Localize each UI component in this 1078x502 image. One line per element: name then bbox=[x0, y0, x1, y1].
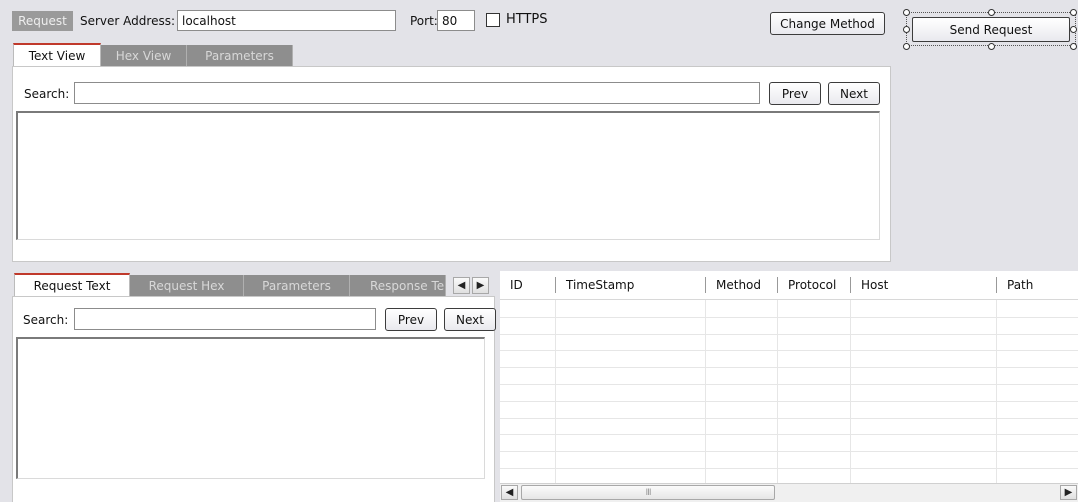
server-address-input[interactable] bbox=[177, 10, 396, 31]
table-row bbox=[500, 434, 1078, 436]
column-header-id[interactable]: ID bbox=[500, 271, 555, 299]
table-row bbox=[500, 333, 1078, 335]
sessions-grid[interactable]: ID TimeStamp Method Protocol Host Path ◀… bbox=[500, 271, 1078, 502]
scrollbar-thumb[interactable]: III bbox=[521, 485, 775, 500]
horizontal-scrollbar[interactable]: ◀ III ▶ bbox=[500, 483, 1078, 502]
table-row bbox=[500, 350, 1078, 352]
selection-handle bbox=[988, 9, 995, 16]
scroll-right-icon[interactable]: ▶ bbox=[1060, 485, 1077, 500]
server-address-label: Server Address: bbox=[80, 14, 175, 28]
search-input-bottom[interactable] bbox=[74, 308, 376, 330]
request-badge-label: Request bbox=[18, 14, 67, 28]
table-row bbox=[500, 451, 1078, 453]
tab-scroll-right-icon[interactable]: ▶ bbox=[472, 277, 489, 294]
change-method-button[interactable]: Change Method bbox=[770, 12, 885, 35]
table-row bbox=[500, 316, 1078, 318]
table-row bbox=[500, 384, 1078, 385]
tab-request-text[interactable]: Request Text bbox=[14, 273, 130, 296]
next-button[interactable]: Next bbox=[828, 82, 880, 105]
grid-header: ID TimeStamp Method Protocol Host Path bbox=[500, 271, 1078, 300]
request-text-panel: Search: Prev Next bbox=[12, 66, 891, 262]
grid-column-line bbox=[555, 300, 556, 483]
session-text-panel: Search: Prev Next bbox=[12, 296, 496, 502]
tab-scroll-left-icon[interactable]: ◀ bbox=[453, 277, 470, 294]
request-badge: Request bbox=[12, 11, 73, 31]
tab-request-hex[interactable]: Request Hex bbox=[130, 275, 244, 296]
table-row bbox=[500, 367, 1078, 369]
grid-column-line bbox=[850, 300, 851, 483]
prev-button[interactable]: Prev bbox=[769, 82, 821, 105]
selection-handle bbox=[1070, 43, 1077, 50]
prev-button-bottom[interactable]: Prev bbox=[385, 308, 437, 331]
selection-handle bbox=[988, 43, 995, 50]
scrollbar-grip-icon: III bbox=[645, 487, 652, 498]
next-button-bottom[interactable]: Next bbox=[444, 308, 496, 331]
table-row bbox=[500, 468, 1078, 469]
send-request-button[interactable]: Send Request bbox=[912, 17, 1070, 42]
column-header-timestamp[interactable]: TimeStamp bbox=[556, 271, 705, 299]
tab-parameters-bottom[interactable]: Parameters bbox=[244, 275, 350, 296]
grid-column-line bbox=[705, 300, 706, 483]
search-label: Search: bbox=[24, 87, 70, 101]
column-header-host[interactable]: Host bbox=[851, 271, 996, 299]
search-label: Search: bbox=[23, 313, 69, 327]
grid-column-line bbox=[996, 300, 997, 483]
session-text-area[interactable] bbox=[16, 337, 485, 479]
selection-handle bbox=[903, 9, 910, 16]
column-header-path[interactable]: Path bbox=[997, 271, 1078, 299]
selection-handle bbox=[903, 43, 910, 50]
tab-text-view[interactable]: Text View bbox=[13, 43, 101, 66]
request-text-area[interactable] bbox=[16, 111, 880, 240]
selection-handle bbox=[903, 26, 910, 33]
table-row bbox=[500, 417, 1078, 419]
column-header-protocol[interactable]: Protocol bbox=[778, 271, 850, 299]
column-header-method[interactable]: Method bbox=[706, 271, 777, 299]
scroll-left-icon[interactable]: ◀ bbox=[501, 485, 518, 500]
tab-parameters[interactable]: Parameters bbox=[187, 45, 293, 66]
grid-column-line bbox=[777, 300, 778, 483]
https-label: HTTPS bbox=[506, 12, 548, 27]
https-checkbox[interactable] bbox=[486, 13, 500, 27]
tab-hex-view[interactable]: Hex View bbox=[101, 45, 187, 66]
selection-handle bbox=[1070, 26, 1077, 33]
selection-handle bbox=[1070, 9, 1077, 16]
tab-response-text[interactable]: Response Te bbox=[350, 275, 446, 296]
table-row bbox=[500, 400, 1078, 402]
port-input[interactable] bbox=[437, 10, 475, 31]
port-label: Port: bbox=[410, 14, 438, 28]
search-input[interactable] bbox=[74, 82, 760, 104]
